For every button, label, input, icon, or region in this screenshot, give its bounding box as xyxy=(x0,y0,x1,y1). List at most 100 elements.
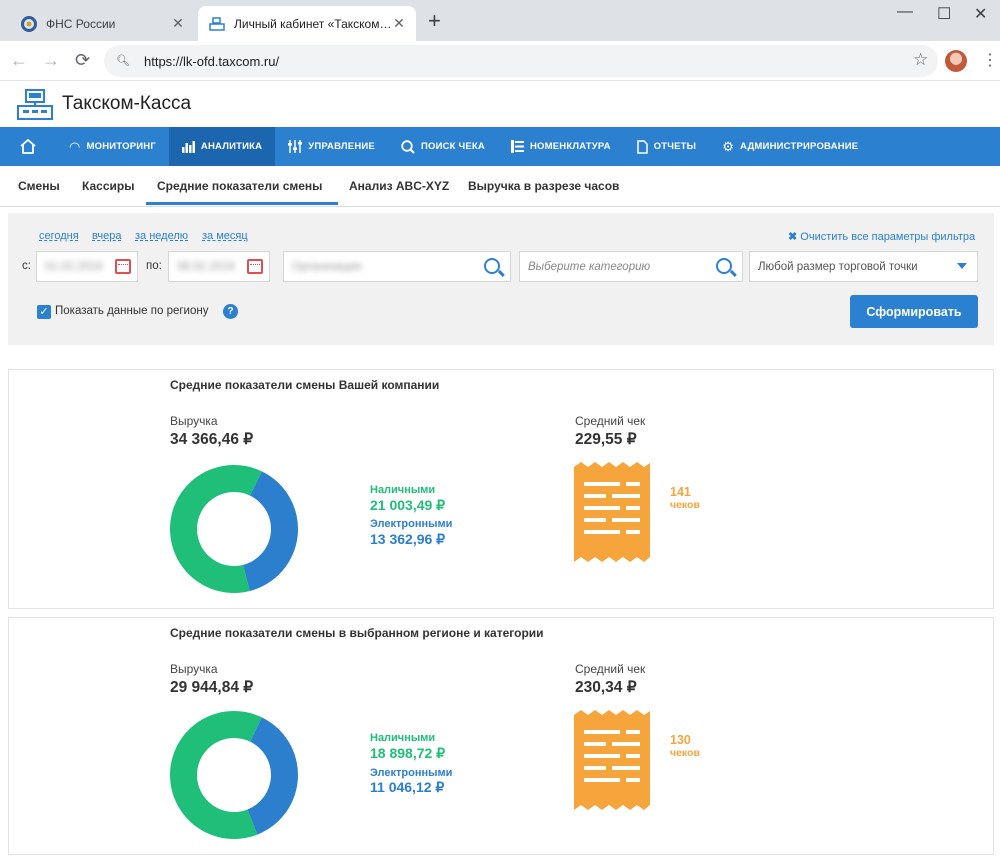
stats-card-company: Средние показатели смены Вашей компании … xyxy=(8,369,994,609)
electronic-value: 11 046,12 ₽ xyxy=(370,779,445,795)
nav-receipt-search[interactable]: ПОИСК ЧЕКА xyxy=(388,127,498,166)
bookmark-star-icon[interactable]: ☆ xyxy=(913,50,928,70)
date-from-field[interactable]: 01.02.2019 xyxy=(36,251,138,282)
browser-menu-icon[interactable]: ⋮ xyxy=(982,50,998,70)
browser-tab-fns[interactable]: ФНС России ✕ xyxy=(10,6,195,41)
clear-filters-link[interactable]: ✖ Очистить все параметры фильтра xyxy=(788,230,975,243)
document-icon xyxy=(636,139,648,154)
subtab-shifts[interactable]: Смены xyxy=(18,179,60,193)
maximize-icon[interactable]: ☐ xyxy=(937,4,951,24)
filter-panel: сегодня вчера за неделю за месяц ✖ Очист… xyxy=(8,213,994,345)
clear-icon: ✖ xyxy=(788,231,798,243)
cash-value: 18 898,72 ₽ xyxy=(370,745,446,761)
period-today-link[interactable]: сегодня xyxy=(39,230,79,242)
cash-label: Наличными xyxy=(370,732,436,744)
chevron-down-icon xyxy=(957,263,967,269)
store-size-value: Любой размер торговой точки xyxy=(758,260,918,273)
search-icon[interactable] xyxy=(716,258,732,274)
date-to-value: 08.02.2019 xyxy=(177,260,235,273)
cash-register-icon xyxy=(209,16,225,31)
revenue-value: 29 944,84 ₽ xyxy=(170,679,254,696)
clear-filters-label: Очистить все параметры фильтра xyxy=(800,231,976,243)
card-title: Средние показатели смены Вашей компании xyxy=(170,378,440,392)
cash-value: 21 003,49 ₽ xyxy=(370,497,446,513)
checks-count: 141 xyxy=(670,485,691,499)
period-yesterday-link[interactable]: вчера xyxy=(92,230,121,242)
cash-label: Наличными xyxy=(370,484,436,496)
period-week-link[interactable]: за неделю xyxy=(135,230,188,242)
nav-reports[interactable]: ОТЧЕТЫ xyxy=(624,127,710,166)
electronic-share-segment xyxy=(247,717,298,835)
gauge-icon: ◠ xyxy=(69,138,81,154)
electronic-label: Электронными xyxy=(370,767,453,779)
brand-logo[interactable]: Такском-Касса xyxy=(16,86,191,122)
browser-toolbar: ← → ⟳ 🔍︎ https://lk-ofd.taxcom.ru/ ☆ ⋮ xyxy=(0,41,1000,81)
minimize-icon[interactable]: — xyxy=(897,3,913,21)
tab-title: Личный кабинет «Такском-Касса» xyxy=(234,16,392,31)
nav-monitoring[interactable]: ◠ МОНИТОРИНГ xyxy=(56,127,169,166)
close-tab-icon[interactable]: ✕ xyxy=(171,15,185,32)
nav-analytics[interactable]: АНАЛИТИКА xyxy=(168,127,276,166)
analytics-subtabs: Смены Кассиры Средние показатели смены А… xyxy=(0,166,1000,207)
avg-check-value: 229,55 ₽ xyxy=(575,431,637,448)
region-checkbox[interactable]: ✓ xyxy=(37,305,51,319)
revenue-label: Выручка xyxy=(170,662,218,676)
home-icon xyxy=(20,139,36,154)
nav-label: АДМИНИСТРИРОВАНИЕ xyxy=(740,141,859,152)
generate-report-button[interactable]: Сформировать xyxy=(850,295,978,328)
avg-check-value: 230,34 ₽ xyxy=(575,679,637,696)
close-tab-icon[interactable]: ✕ xyxy=(392,15,406,32)
nav-label: УПРАВЛЕНИЕ xyxy=(308,141,375,152)
browser-tab-taxcom[interactable]: Личный кабинет «Такском-Касса» ✕ xyxy=(198,6,416,41)
nav-label: ПОИСК ЧЕКА xyxy=(420,141,485,152)
close-window-icon[interactable]: ✕ xyxy=(974,4,987,24)
nav-label: НОМЕНКЛАТУРА xyxy=(529,141,611,152)
help-icon[interactable]: ? xyxy=(223,304,238,319)
date-to-field[interactable]: 08.02.2019 xyxy=(168,251,270,282)
store-size-select[interactable]: Любой размер торговой точки xyxy=(749,251,978,282)
subtab-revenue-by-hour[interactable]: Выручка в разрезе часов xyxy=(468,179,619,193)
back-icon[interactable]: ← xyxy=(10,50,28,70)
address-bar[interactable]: 🔍︎ https://lk-ofd.taxcom.ru/ xyxy=(104,45,938,77)
profile-avatar[interactable] xyxy=(945,50,967,72)
revenue-donut-chart xyxy=(170,711,298,839)
active-subtab-indicator xyxy=(146,202,338,205)
receipt-icon xyxy=(574,462,650,562)
search-icon[interactable] xyxy=(484,258,500,274)
nav-home[interactable] xyxy=(0,127,56,166)
date-from-value: 01.02.2019 xyxy=(45,260,103,273)
receipt-icon xyxy=(574,710,650,810)
list-icon xyxy=(510,140,524,153)
date-to-label: по: xyxy=(146,260,162,272)
subtab-abc-xyz[interactable]: Анализ ABC-XYZ xyxy=(349,179,449,193)
new-tab-button[interactable]: + xyxy=(428,10,441,32)
organization-value: Организация xyxy=(292,260,362,273)
revenue-value: 34 366,46 ₽ xyxy=(170,431,254,448)
category-search-field[interactable]: Выберите категорию xyxy=(519,251,743,282)
gear-icon: ⚙ xyxy=(722,138,735,154)
stats-card-region: Средние показатели смены в выбранном рег… xyxy=(8,617,994,855)
date-from-label: с: xyxy=(22,260,31,272)
calendar-icon[interactable] xyxy=(115,259,131,274)
calendar-icon[interactable] xyxy=(247,259,263,274)
sliders-icon xyxy=(288,140,303,153)
avg-check-label: Средний чек xyxy=(575,414,646,428)
bar-chart-icon xyxy=(181,140,195,153)
nav-nomenclature[interactable]: НОМЕНКЛАТУРА xyxy=(498,127,624,166)
nav-administration[interactable]: ⚙ АДМИНИСТРИРОВАНИЕ xyxy=(709,127,871,166)
forward-icon[interactable]: → xyxy=(42,50,60,70)
revenue-donut-chart xyxy=(170,465,298,593)
nav-label: ОТЧЕТЫ xyxy=(653,141,697,152)
nav-management[interactable]: УПРАВЛЕНИЕ xyxy=(275,127,388,166)
electronic-label: Электронными xyxy=(370,518,453,530)
period-month-link[interactable]: за месяц xyxy=(202,230,248,242)
revenue-label: Выручка xyxy=(170,414,218,428)
organization-search-field[interactable]: Организация xyxy=(283,251,511,282)
subtab-cashiers[interactable]: Кассиры xyxy=(82,179,134,193)
nav-label: АНАЛИТИКА xyxy=(200,141,263,152)
main-navigation: ◠ МОНИТОРИНГ АНАЛИТИКА УПРАВЛЕНИЕ ПОИСК … xyxy=(0,127,1000,166)
subtab-average-shift[interactable]: Средние показатели смены xyxy=(157,179,322,193)
fns-emblem-icon xyxy=(21,15,37,32)
reload-icon[interactable]: ⟳ xyxy=(75,50,90,70)
category-placeholder: Выберите категорию xyxy=(528,260,651,273)
